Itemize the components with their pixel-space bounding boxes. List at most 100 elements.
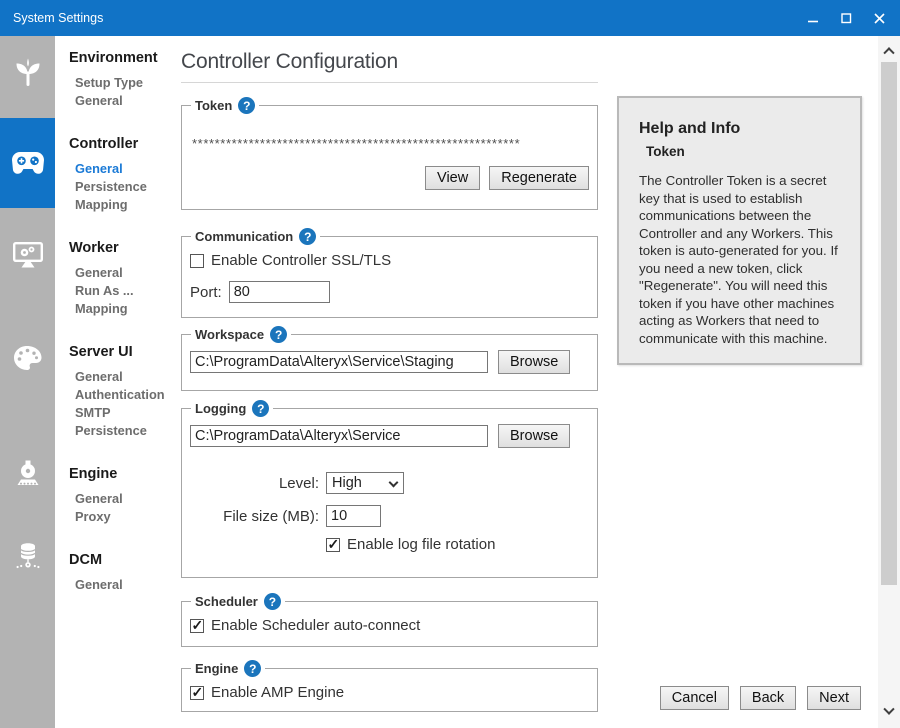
help-panel-subtitle: Token xyxy=(646,144,844,159)
amp-engine-label: Enable AMP Engine xyxy=(211,684,344,701)
nav-group-controller: Controller General Persistence Mapping xyxy=(69,136,175,214)
nav-group-server-ui: Server UI General Authentication SMTP Pe… xyxy=(69,344,175,440)
scheduler-section-label: Scheduler xyxy=(195,594,258,609)
log-rotation-label: Enable log file rotation xyxy=(347,536,495,553)
controller-form: Token ? ********************************… xyxy=(181,97,598,712)
logging-path-input[interactable] xyxy=(190,425,488,447)
logging-section: Logging ? Browse Level: High File size (… xyxy=(181,400,598,578)
monitor-gears-icon xyxy=(13,242,43,269)
title-divider xyxy=(181,82,598,83)
enable-ssl-checkbox[interactable] xyxy=(190,254,204,268)
game-controller-icon xyxy=(11,151,45,175)
logging-browse-button[interactable]: Browse xyxy=(498,424,570,448)
token-masked-value: ****************************************… xyxy=(192,136,589,151)
close-icon xyxy=(874,13,885,24)
palette-icon xyxy=(13,345,43,371)
help-panel: Help and Info Token The Controller Token… xyxy=(617,96,862,365)
sidebar-item-worker[interactable] xyxy=(0,210,55,300)
scheduler-autoconnect-checkbox[interactable] xyxy=(190,619,204,633)
file-size-input[interactable] xyxy=(326,505,381,527)
nav-item-environment-general[interactable]: General xyxy=(75,92,175,110)
sidebar-item-server-ui[interactable] xyxy=(0,313,55,403)
next-button[interactable]: Next xyxy=(807,686,861,710)
log-level-label: Level: xyxy=(190,475,319,492)
nav-item-worker-general[interactable]: General xyxy=(75,264,175,282)
nav-menu: Environment Setup Type General Controlle… xyxy=(55,36,175,728)
database-connections-icon xyxy=(15,543,41,571)
scroll-down-button[interactable] xyxy=(878,702,900,722)
nav-group-dcm: DCM General xyxy=(69,552,175,594)
nav-item-worker-mapping[interactable]: Mapping xyxy=(75,300,175,318)
nav-item-server-ui-authentication[interactable]: Authentication xyxy=(75,386,175,404)
help-panel-body: The Controller Token is a secret key tha… xyxy=(639,172,844,347)
nav-item-controller-persistence[interactable]: Persistence xyxy=(75,178,175,196)
vertical-scrollbar[interactable] xyxy=(878,36,900,728)
engine-help-icon[interactable]: ? xyxy=(244,660,261,677)
enable-ssl-label: Enable Controller SSL/TLS xyxy=(211,252,391,269)
back-button[interactable]: Back xyxy=(740,686,796,710)
engine-section-label: Engine xyxy=(195,661,238,676)
workspace-section: Workspace ? Browse xyxy=(181,326,598,391)
view-token-button[interactable]: View xyxy=(425,166,480,190)
minimize-button[interactable] xyxy=(797,0,830,36)
scroll-up-button[interactable] xyxy=(878,40,900,60)
chevron-up-icon xyxy=(883,47,894,58)
chevron-down-scroll-icon xyxy=(883,704,894,715)
nav-item-dcm-general[interactable]: General xyxy=(75,576,175,594)
logging-help-icon[interactable]: ? xyxy=(252,400,269,417)
port-input[interactable] xyxy=(229,281,330,303)
log-level-select[interactable]: High xyxy=(326,472,404,494)
communication-help-icon[interactable]: ? xyxy=(299,228,316,245)
nav-header-dcm: DCM xyxy=(69,552,175,568)
scrollbar-thumb[interactable] xyxy=(881,62,897,585)
regenerate-token-button[interactable]: Regenerate xyxy=(489,166,589,190)
chevron-down-icon xyxy=(389,478,399,488)
nav-item-controller-mapping[interactable]: Mapping xyxy=(75,196,175,214)
token-section-label: Token xyxy=(195,98,232,113)
engine-section: Engine ? Enable AMP Engine xyxy=(181,660,598,712)
scheduler-help-icon[interactable]: ? xyxy=(264,593,281,610)
close-button[interactable] xyxy=(863,0,896,36)
nav-item-server-ui-persistence[interactable]: Persistence xyxy=(75,422,175,440)
nav-item-engine-general[interactable]: General xyxy=(75,490,175,508)
nav-item-server-ui-smtp[interactable]: SMTP xyxy=(75,404,175,422)
sidebar-item-engine[interactable] xyxy=(0,428,55,518)
scheduler-autoconnect-label: Enable Scheduler auto-connect xyxy=(211,617,420,634)
page-title: Controller Configuration xyxy=(181,49,878,75)
nav-item-engine-proxy[interactable]: Proxy xyxy=(75,508,175,526)
workspace-path-input[interactable] xyxy=(190,351,488,373)
sidebar-item-environment[interactable] xyxy=(0,27,55,117)
nav-header-engine: Engine xyxy=(69,466,175,482)
communication-section: Communication ? Enable Controller SSL/TL… xyxy=(181,228,598,318)
train-engine-icon xyxy=(15,460,41,487)
nav-item-worker-run-as[interactable]: Run As ... xyxy=(75,282,175,300)
cancel-button[interactable]: Cancel xyxy=(660,686,729,710)
nav-group-worker: Worker General Run As ... Mapping xyxy=(69,240,175,318)
nav-item-setup-type[interactable]: Setup Type xyxy=(75,74,175,92)
window-controls xyxy=(797,0,896,36)
token-section: Token ? ********************************… xyxy=(181,97,598,210)
workspace-browse-button[interactable]: Browse xyxy=(498,350,570,374)
main-content: Controller Configuration Token ? *******… xyxy=(175,36,878,728)
port-label: Port: xyxy=(190,284,222,301)
nav-item-controller-general[interactable]: General xyxy=(75,160,175,178)
file-size-label: File size (MB): xyxy=(190,508,319,525)
nav-item-server-ui-general[interactable]: General xyxy=(75,368,175,386)
nav-group-environment: Environment Setup Type General xyxy=(69,50,175,110)
help-panel-title: Help and Info xyxy=(639,120,844,138)
nav-group-engine: Engine General Proxy xyxy=(69,466,175,526)
minimize-icon xyxy=(808,13,819,24)
maximize-icon xyxy=(841,13,852,24)
log-level-value: High xyxy=(332,475,362,491)
workspace-help-icon[interactable]: ? xyxy=(270,326,287,343)
nav-header-server-ui: Server UI xyxy=(69,344,175,360)
nav-header-worker: Worker xyxy=(69,240,175,256)
icon-sidebar xyxy=(0,36,55,728)
amp-engine-checkbox[interactable] xyxy=(190,686,204,700)
titlebar: System Settings xyxy=(0,0,900,36)
sidebar-item-dcm[interactable] xyxy=(0,512,55,602)
sidebar-item-controller[interactable] xyxy=(0,118,55,208)
log-rotation-checkbox[interactable] xyxy=(326,538,340,552)
token-help-icon[interactable]: ? xyxy=(238,97,255,114)
maximize-button[interactable] xyxy=(830,0,863,36)
